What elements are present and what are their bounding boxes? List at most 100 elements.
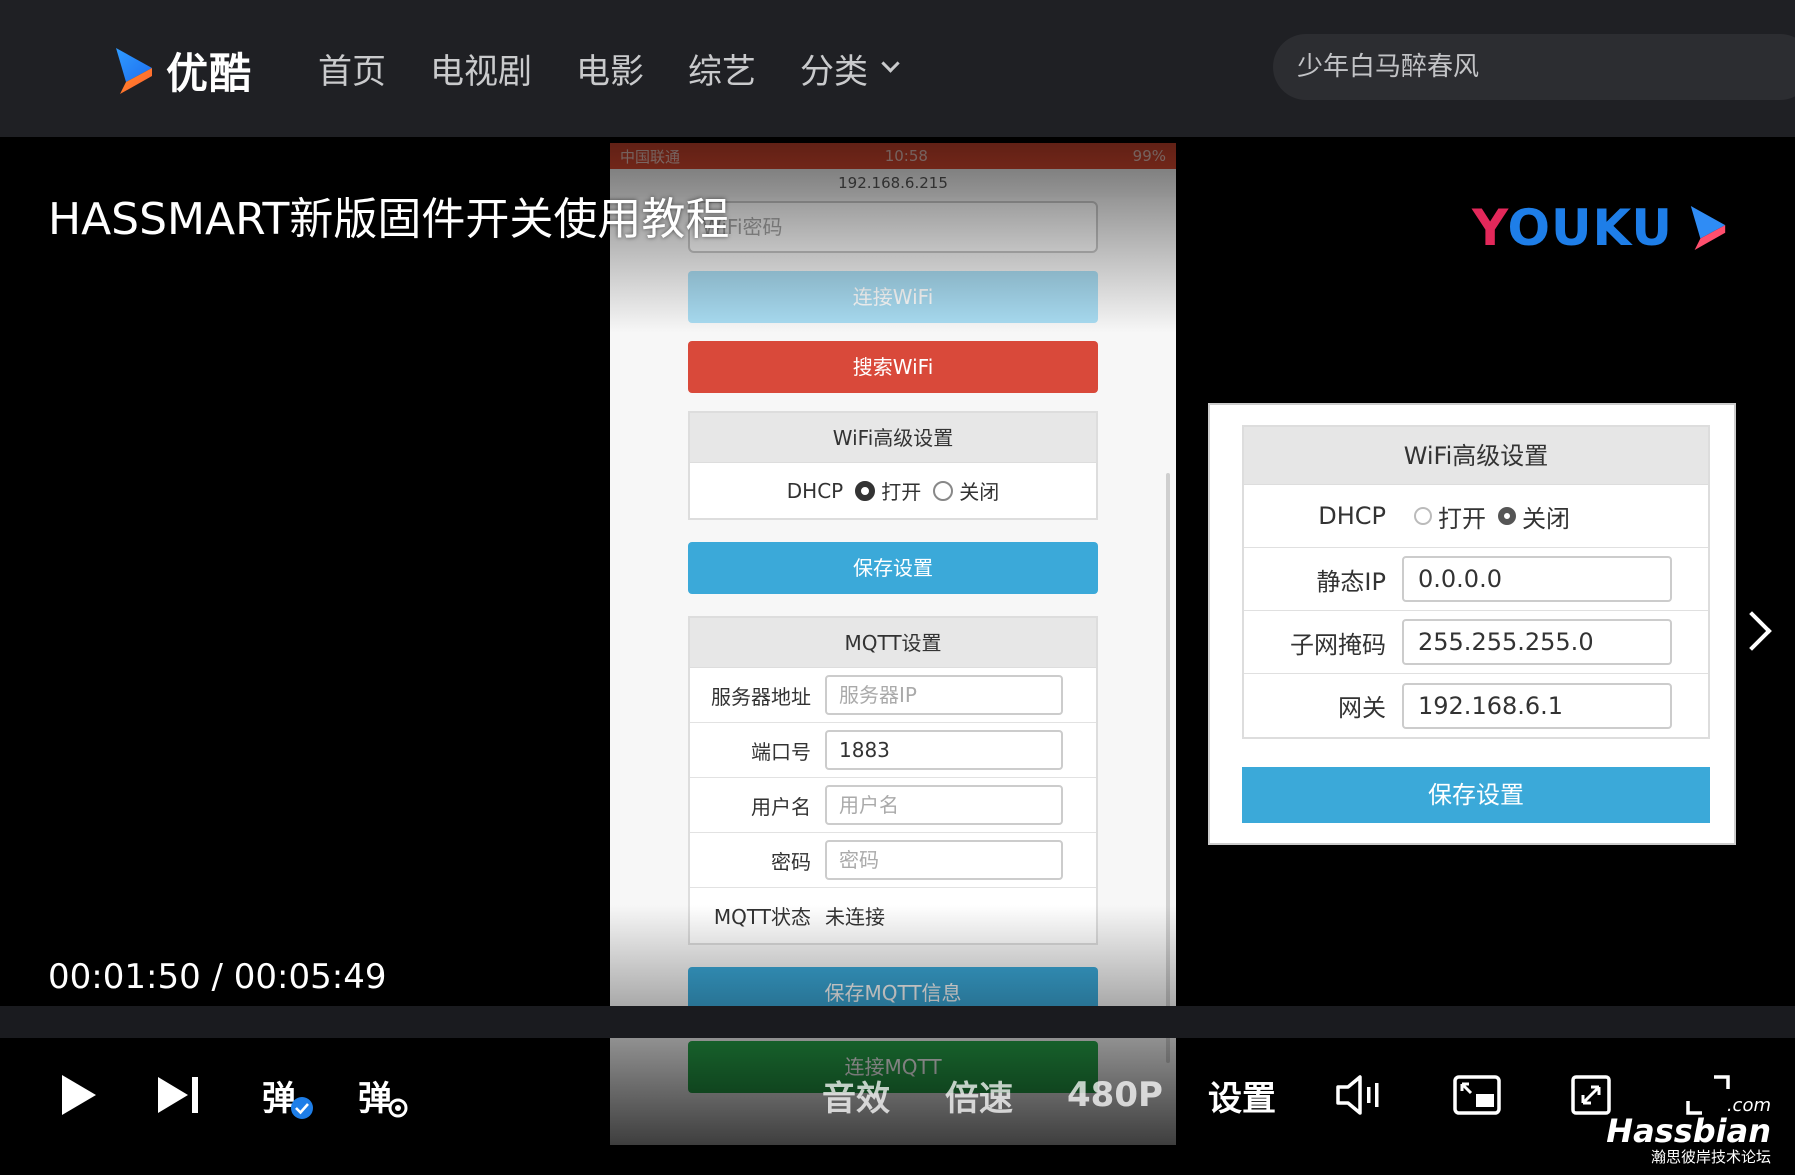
settings-label: 设置: [1208, 1078, 1276, 1119]
phone-status-bar: 中国联通 10:58 99%: [610, 143, 1176, 169]
phone-time: 10:58: [884, 147, 928, 165]
phone-carrier: 中国联通: [620, 147, 681, 166]
phone-wifi-advanced-panel: WiFi高级设置 DHCP 打开 关闭: [688, 411, 1098, 520]
phone-mqtt-port-row: 端口号 1883: [690, 723, 1096, 778]
wifi-advanced-table: WiFi高级设置 DHCP 打开 关闭 静态IP 0.0.0.0 子网掩码 25…: [1242, 425, 1710, 739]
radio-empty-icon: [1414, 507, 1432, 525]
volume-button[interactable]: [1334, 1047, 1382, 1143]
search-wifi-button: 搜索WiFi: [688, 341, 1098, 393]
skip-next-icon: [158, 1077, 198, 1113]
phone-mqtt-server-row: 服务器地址 服务器IP: [690, 668, 1096, 723]
phone-dhcp-row: DHCP 打开 关闭: [690, 463, 1096, 518]
radio-selected-icon: [1498, 507, 1516, 525]
subnet-label: 子网掩码: [1290, 630, 1386, 659]
check-badge-icon: [291, 1097, 313, 1119]
speed-label: 倍速: [945, 1078, 1013, 1119]
play-button[interactable]: [56, 1047, 100, 1143]
phone-dhcp-off-label: 关闭: [959, 480, 1000, 504]
gear-icon: [388, 1098, 408, 1118]
subnet-field: 255.255.255.0: [1402, 619, 1672, 665]
chevron-down-icon: [881, 54, 900, 73]
phone-pass-label: 密码: [771, 849, 811, 874]
quality-button[interactable]: 480P: [1067, 1047, 1163, 1143]
time-total: 00:05:49: [233, 957, 387, 997]
watermark-rest-letters: OUKU: [1507, 199, 1674, 257]
time-current: 00:01:50: [48, 957, 201, 997]
nav-movies[interactable]: 电影: [576, 44, 644, 93]
phone-port-label: 端口号: [751, 739, 811, 764]
pip-icon: [1453, 1075, 1501, 1115]
phone-battery: 99%: [1132, 147, 1166, 165]
youku-watermark-icon: [1690, 206, 1726, 250]
phone-mqtt-status-row: MQTT状态 未连接: [690, 888, 1096, 943]
sound-effect-button[interactable]: 音效: [822, 1047, 890, 1143]
youku-logo-icon: [116, 47, 152, 94]
page-bottom-strip: [0, 1006, 1795, 1038]
dhcp-off-label: 关闭: [1522, 504, 1570, 533]
phone-port-field: 1883: [825, 730, 1063, 770]
phone-dhcp-on-label: 打开: [881, 480, 922, 504]
gateway-field: 192.168.6.1: [1402, 682, 1672, 729]
connect-wifi-button: 连接WiFi: [688, 271, 1098, 323]
watermark-first-letter: Y: [1472, 199, 1508, 257]
phone-pass-field: 密码: [825, 840, 1063, 880]
dhcp-label: DHCP: [1318, 502, 1386, 530]
nav-tv-series[interactable]: 电视剧: [430, 44, 532, 93]
hassbian-name: Hassbian: [1606, 1112, 1771, 1150]
picture-in-picture-button[interactable]: [1452, 1047, 1502, 1143]
phone-server-label: 服务器地址: [711, 684, 811, 709]
search-input[interactable]: 少年白马醉春风: [1273, 34, 1795, 100]
danmaku-settings[interactable]: 弹: [358, 1047, 410, 1143]
phone-user-field: 用户名: [825, 785, 1063, 825]
nav-category-label: 分类: [800, 52, 868, 92]
phone-mqtt-pass-row: 密码 密码: [690, 833, 1096, 888]
phone-screen-frame: 中国联通 10:58 99% 192.168.6.215 WiFi密码 连接Wi…: [610, 143, 1176, 1145]
gateway-row: 网关 192.168.6.1: [1244, 674, 1708, 737]
settings-button[interactable]: 设置: [1208, 1047, 1276, 1143]
static-ip-label: 静态IP: [1316, 567, 1386, 596]
radio-empty-icon: [933, 480, 954, 501]
phone-save-settings-button: 保存设置: [688, 542, 1098, 594]
watermark-text: YOUKU: [1472, 199, 1673, 257]
logo-text: 优酷: [166, 49, 253, 98]
sound-effect-label: 音效: [822, 1078, 890, 1119]
dhcp-row: DHCP 打开 关闭: [1244, 485, 1708, 548]
play-icon: [62, 1075, 96, 1115]
player-controls: 弹 弹 音效 倍速 480P 设置: [0, 1047, 1795, 1143]
speed-button[interactable]: 倍速: [945, 1047, 1013, 1143]
next-button[interactable]: [154, 1047, 202, 1143]
gateway-label: 网关: [1338, 694, 1386, 722]
phone-status-value: 未连接: [825, 905, 885, 929]
hassbian-watermark: .com Hassbian 瀚思彼岸技术论坛: [1606, 1095, 1771, 1167]
subnet-row: 子网掩码 255.255.255.0: [1244, 611, 1708, 674]
next-episode-arrow-icon[interactable]: [1732, 611, 1772, 651]
wifi-password-field: WiFi密码: [688, 201, 1098, 253]
phone-mqtt-title: MQTT设置: [690, 618, 1096, 668]
phone-user-label: 用户名: [751, 794, 811, 819]
main-nav: 首页 电视剧 电影 综艺 分类: [318, 44, 941, 93]
youku-watermark: YOUKU: [1472, 199, 1729, 257]
quality-label: 480P: [1067, 1075, 1163, 1115]
phone-mqtt-user-row: 用户名 用户名: [690, 778, 1096, 833]
phone-status-label: MQTT状态: [713, 905, 811, 929]
time-separator: /: [211, 957, 223, 997]
static-ip-row: 静态IP 0.0.0.0: [1244, 548, 1708, 611]
phone-scrollbar: [1166, 473, 1170, 1063]
dhcp-on-label: 打开: [1438, 504, 1486, 533]
time-display: 00:01:50 / 00:05:49: [48, 957, 387, 997]
phone-wifi-advanced-title: WiFi高级设置: [690, 413, 1096, 463]
phone-mqtt-panel: MQTT设置 服务器地址 服务器IP 端口号 1883 用户名 用户名 密码 密…: [688, 616, 1098, 945]
wifi-advanced-zoom-popup: WiFi高级设置 DHCP 打开 关闭 静态IP 0.0.0.0 子网掩码 25…: [1208, 403, 1736, 845]
nav-category[interactable]: 分类: [800, 44, 900, 93]
popup-save-settings-button: 保存设置: [1242, 767, 1710, 823]
phone-server-field: 服务器IP: [825, 675, 1063, 715]
nav-home[interactable]: 首页: [318, 44, 386, 93]
danmaku-toggle[interactable]: 弹: [262, 1047, 314, 1143]
volume-icon: [1336, 1075, 1379, 1115]
radio-selected-icon: [855, 480, 876, 501]
top-navigation-bar: 优酷 首页 电视剧 电影 综艺 分类 少年白马醉春风: [0, 0, 1795, 137]
video-title: HASSMART新版固件开关使用教程: [48, 194, 730, 245]
youku-logo[interactable]: 优酷: [112, 40, 252, 101]
nav-variety[interactable]: 综艺: [688, 44, 756, 93]
wifi-advanced-title: WiFi高级设置: [1244, 427, 1708, 485]
